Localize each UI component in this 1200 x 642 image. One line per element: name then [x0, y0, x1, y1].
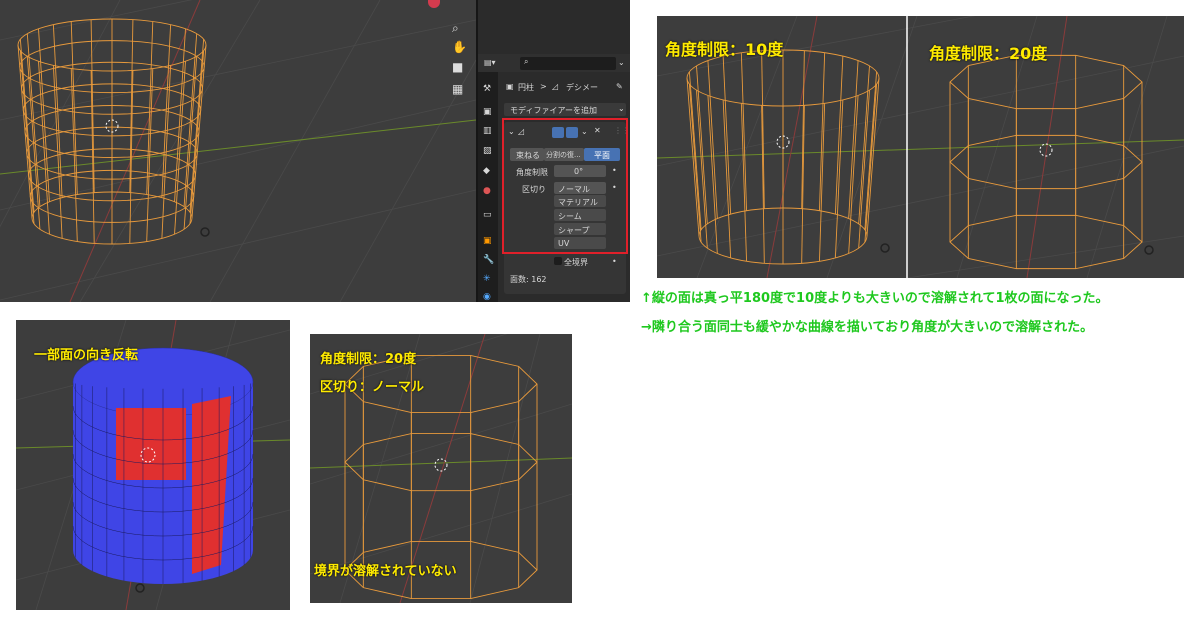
- add-modifier-chevron-icon: ⌄: [618, 104, 625, 113]
- wire-edge: [707, 95, 718, 254]
- camera-icon[interactable]: ■: [452, 60, 466, 74]
- particles-tab-icon[interactable]: ✳: [483, 274, 491, 284]
- light-icon: [880, 243, 890, 253]
- delimit-normal-viewport: 角度制限：20度 区切り：ノーマル 境界が溶解されていない: [310, 334, 572, 603]
- flipped-face-block: [116, 408, 186, 480]
- breadcrumb-separator: >: [540, 82, 547, 91]
- label-angle-10: 角度制限：10度: [665, 40, 784, 59]
- add-modifier-label: モディファイアーを追加: [510, 106, 597, 115]
- scene-tab-icon[interactable]: ◆: [483, 166, 490, 176]
- decimate-icon: ◿: [552, 82, 559, 91]
- wire-edge: [834, 56, 844, 215]
- wire-ring: [344, 433, 538, 492]
- wire-edge: [722, 56, 732, 215]
- light-icon: [135, 583, 145, 593]
- all-boundaries-checkbox[interactable]: [554, 257, 562, 265]
- render-tab-icon[interactable]: ▣: [483, 107, 492, 117]
- physics-tab-icon[interactable]: ◉: [483, 292, 491, 302]
- wire-edge: [38, 28, 50, 202]
- view-layer-tab-icon[interactable]: ▧: [483, 146, 492, 156]
- wire-edge: [38, 61, 50, 235]
- keyframe-dot-icon[interactable]: •: [612, 257, 617, 266]
- all-boundaries-label: 全境界: [564, 258, 588, 267]
- label-angle-20: 角度制限：20度: [929, 44, 1048, 63]
- search-input[interactable]: [520, 57, 616, 70]
- output-tab-icon[interactable]: ▥: [483, 126, 492, 136]
- wire-edge: [688, 71, 702, 230]
- highlight-box: [502, 118, 628, 254]
- object-tab-icon[interactable]: ▣: [483, 236, 492, 246]
- breadcrumb-object: 円柱: [518, 83, 534, 92]
- wire-edge: [52, 65, 63, 239]
- breadcrumb-modifier: デシメー: [566, 83, 598, 92]
- properties-editor: ⌕ ▤▾ ⌄ ⚒ ▣ ▥ ▧ ◆ ● ▭ ▣ 🔧 ✳ ◉ ▣ 円柱 > ◿ デシ…: [476, 0, 630, 302]
- modifier-tab-icon[interactable]: 🔧: [483, 255, 494, 265]
- light-icon: [1144, 245, 1154, 255]
- collection-tab-icon[interactable]: ▭: [483, 210, 492, 220]
- pan-hand-icon[interactable]: ✋: [452, 40, 467, 54]
- wire-edge: [722, 99, 732, 258]
- wire-ring: [949, 134, 1143, 190]
- wire-edge: [707, 60, 718, 219]
- face-orientation-viewport: 一部面の向き反転: [16, 320, 290, 610]
- wire-edge: [174, 61, 186, 235]
- face-orientation-scene: [16, 320, 290, 610]
- note-line-2: →隣り合う面同士も緩やかな曲線を描いており角度が大きいので溶解された。: [641, 320, 1094, 335]
- face-count: 面数: 162: [510, 275, 547, 284]
- options-chevron-icon[interactable]: ⌄: [618, 58, 625, 67]
- wire-edge: [848, 60, 859, 219]
- wire-bottom: [949, 214, 1143, 270]
- world-tab-icon[interactable]: ●: [483, 186, 491, 196]
- label-bottom-angle: 角度制限：20度: [320, 352, 417, 367]
- comparison-viewport: 角度制限：10度 角度制限：20度: [657, 16, 1184, 278]
- label-bottom-delimit: 区切り：ノーマル: [320, 380, 425, 395]
- zoom-icon[interactable]: ⌕: [452, 21, 466, 35]
- light-icon: [200, 227, 210, 237]
- search-icon: ⌕: [524, 57, 529, 66]
- wire-edge: [848, 95, 859, 254]
- pin-icon[interactable]: ✎: [616, 82, 623, 91]
- object-icon: ▣: [506, 82, 514, 91]
- label-face-flip: 一部面の向き反転: [34, 348, 139, 363]
- viewport-1[interactable]: [0, 0, 476, 302]
- editor-type-icon[interactable]: ▤▾: [484, 58, 496, 67]
- label-boundary: 境界が溶解されていない: [314, 564, 457, 579]
- blender-window: ⌕ ✋ ■ ▦ ⌕ ▤▾ ⌄ ⚒ ▣ ▥ ▧ ◆ ● ▭ ▣ 🔧 ✳ ◉ ▣ 円…: [0, 0, 630, 302]
- tool-tab-icon[interactable]: ⚒: [483, 84, 491, 94]
- grid-view-icon[interactable]: ▦: [452, 82, 466, 96]
- note-line-1: ↑縦の面は真っ平180度で10度よりも大きいので溶解されて1枚の面になった。: [641, 291, 1109, 306]
- 3d-cursor-icon: [434, 458, 448, 472]
